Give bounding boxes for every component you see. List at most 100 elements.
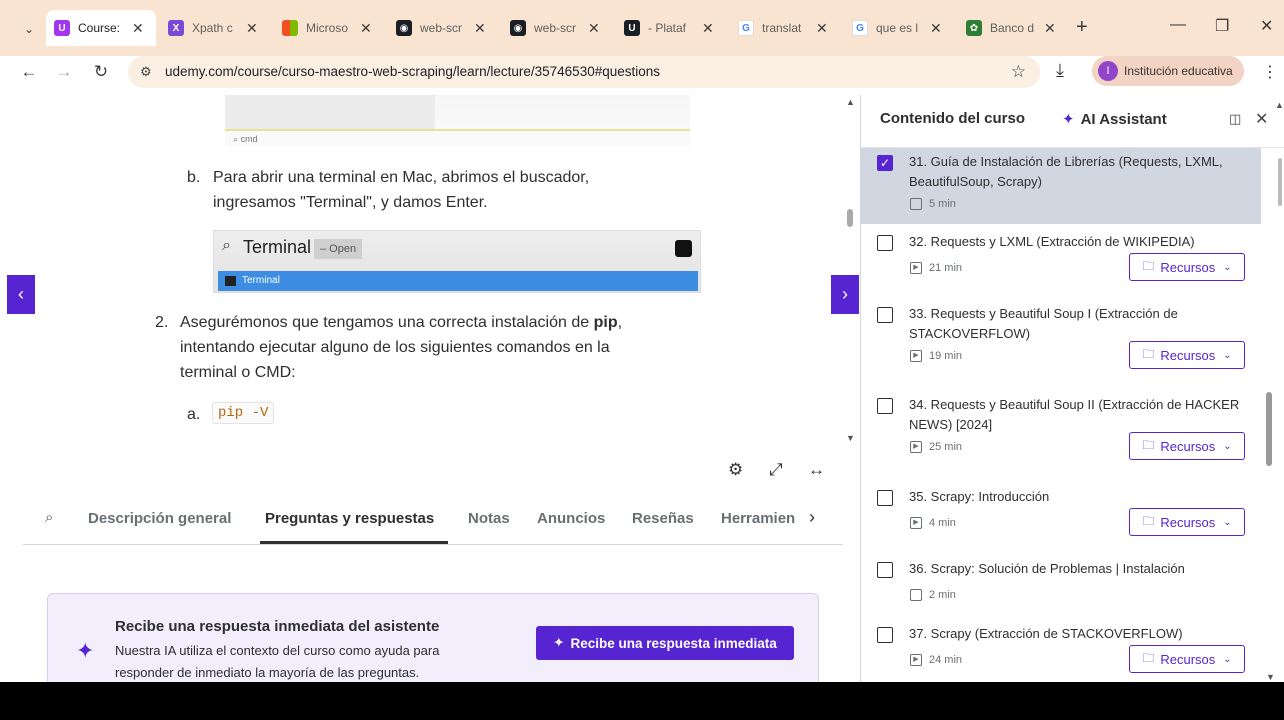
resources-label: Recursos — [1160, 514, 1216, 530]
previous-lecture-button[interactable]: ‹ — [7, 275, 35, 314]
forward-button[interactable]: → — [52, 60, 76, 84]
lecture-checkbox[interactable] — [877, 235, 893, 251]
step-2-line1: Asegurémonos que tengamos una correcta i… — [180, 314, 623, 331]
tabs-scroll-right-icon[interactable]: › — [809, 507, 815, 528]
lecture-checkbox[interactable]: ✓ — [877, 155, 893, 171]
restore-button[interactable]: ❐ — [1215, 16, 1229, 36]
browser-tab[interactable]: U - Plataf ✕ — [616, 12, 726, 44]
browser-tab[interactable]: Gtranslat ✕ — [730, 12, 840, 44]
close-tab-icon[interactable]: ✕ — [588, 20, 600, 37]
resources-button[interactable]: 🗀 Recursos ⌄ — [1129, 341, 1245, 369]
browser-tab[interactable]: Microso ✕ — [274, 12, 384, 44]
site-info-icon[interactable]: ⚙ — [140, 64, 152, 80]
instant-answer-button[interactable]: ✦ Recibe una respuesta inmediata — [536, 626, 794, 660]
close-tab-icon[interactable]: ✕ — [1044, 20, 1056, 37]
lecture-checkbox[interactable] — [877, 398, 893, 414]
terminal-small-icon — [225, 276, 236, 286]
article-scrollbar-thumb[interactable] — [847, 209, 853, 227]
lecture-title: 36. Scrapy: Solución de Problemas | Inst… — [909, 561, 1185, 576]
main-content: ⌕ cmd b. Para abrir una terminal en Mac,… — [7, 95, 860, 682]
reload-button[interactable]: ↻ — [89, 60, 113, 84]
lecture-item[interactable]: 33. Requests y Beautiful Soup I (Extracc… — [861, 300, 1261, 391]
close-tab-icon[interactable]: ✕ — [246, 20, 258, 37]
resources-button[interactable]: 🗀 Recursos ⌄ — [1129, 508, 1245, 536]
course-tabs-bar: ⌕ Descripción general Preguntas y respue… — [23, 495, 843, 545]
lecture-checkbox[interactable] — [877, 307, 893, 323]
lecture-checkbox[interactable] — [877, 562, 893, 578]
page-scrollbar-thumb[interactable] — [1278, 158, 1282, 206]
lecture-duration-text: 24 min — [929, 654, 963, 666]
resources-button[interactable]: 🗀 Recursos ⌄ — [1129, 253, 1245, 281]
lecture-item[interactable]: 35. Scrapy: Introducción ▶ 4 min 🗀 Recursos ⌄ — [861, 483, 1261, 555]
browser-tab[interactable]: ◉ web-scr ✕ — [502, 12, 612, 44]
search-icon[interactable]: ⌕ — [45, 509, 53, 526]
lecture-duration-text: 19 min — [929, 350, 963, 362]
lecture-item[interactable]: ✓ 31. Guía de Instalación de Librerías (R… — [861, 148, 1261, 224]
sidebar-collapse-icon[interactable]: ◫ — [1229, 111, 1241, 127]
tab-tools[interactable]: Herramien — [721, 510, 805, 527]
resources-button[interactable]: 🗀 Recursos ⌄ — [1129, 645, 1245, 673]
tab-overview[interactable]: Descripción general — [88, 510, 231, 527]
expand-width-icon[interactable]: ↔ — [808, 460, 825, 480]
new-tab-button[interactable]: + — [1076, 16, 1088, 39]
article-scroll-down-icon[interactable]: ▼ — [846, 433, 855, 443]
close-tab-icon[interactable]: ✕ — [474, 20, 486, 37]
tab-title: Banco d — [990, 21, 1034, 35]
tab-announcements[interactable]: Anuncios — [537, 510, 605, 527]
close-tab-icon[interactable]: ✕ — [360, 20, 372, 37]
step-2-line2: intentando ejecutar alguno de los siguie… — [180, 339, 610, 356]
tab-search-button[interactable]: ⌄ — [18, 18, 40, 40]
lecture-item[interactable]: 34. Requests y Beautiful Soup II (Extrac… — [861, 391, 1261, 482]
tab-notes[interactable]: Notas — [468, 510, 510, 527]
back-button[interactable]: ← — [17, 60, 41, 84]
lecture-checkbox[interactable] — [877, 627, 893, 643]
sidebar-scroll-down-icon[interactable]: ▼ — [1266, 672, 1275, 682]
sidebar-scrollbar-thumb[interactable] — [1266, 392, 1272, 466]
ai-assistant-tab[interactable]: ✦ AI Assistant — [1062, 110, 1167, 128]
download-icon[interactable]: ⤓ — [1056, 60, 1064, 81]
sidebar-title[interactable]: Contenido del curso — [880, 110, 1025, 127]
browser-tab[interactable]: ✿ Banco d ✕ — [958, 12, 1068, 44]
browser-tab[interactable]: ◉ web-scr ✕ — [388, 12, 498, 44]
lecture-item[interactable]: 37. Scrapy (Extracción de STACKOVERFLOW)… — [861, 620, 1261, 682]
profile-button[interactable]: I Institución educativa — [1092, 56, 1244, 86]
resources-button[interactable]: 🗀 Recursos ⌄ — [1129, 432, 1245, 460]
lecture-item[interactable]: 36. Scrapy: Solución de Problemas | Inst… — [861, 555, 1261, 620]
lecture-item[interactable]: 32. Requests y LXML (Extracción de WIKIP… — [861, 228, 1261, 300]
tab-reviews[interactable]: Reseñas — [632, 510, 694, 527]
sidebar-scroll-up-icon[interactable]: ▲ — [1275, 100, 1284, 110]
lecture-duration: ▶ 21 min — [910, 262, 962, 274]
favicon-icon: U — [54, 20, 70, 36]
minimize-button[interactable]: — — [1170, 16, 1186, 34]
lecture-checkbox[interactable] — [877, 490, 893, 506]
tab-title: translat — [762, 21, 802, 35]
settings-gear-icon[interactable]: ⚙ — [728, 460, 743, 480]
lecture-duration: ▶ 24 min — [910, 654, 962, 666]
browser-tab[interactable]: Gque es l ✕ — [844, 12, 954, 44]
close-window-button[interactable]: ✕ — [1260, 16, 1273, 36]
fullscreen-icon[interactable]: ⤢ — [769, 460, 783, 480]
lecture-title: 32. Requests y LXML (Extracción de WIKIP… — [909, 234, 1195, 249]
step-2-number: 2. — [155, 314, 169, 331]
tab-title: Course: — [78, 21, 121, 35]
browser-tab[interactable]: X Xpath c ✕ — [160, 12, 270, 44]
browser-tab[interactable]: U Course: ✕ — [46, 10, 156, 46]
terminal-search-title: Terminal — [243, 237, 312, 257]
article-scroll-up-icon[interactable]: ▲ — [846, 97, 855, 107]
close-icon[interactable]: ✕ — [1255, 109, 1268, 129]
close-tab-icon[interactable]: ✕ — [702, 20, 714, 37]
profile-label: Institución educativa — [1124, 64, 1233, 78]
pip-version-code: pip -V — [212, 402, 275, 424]
favicon-icon: G — [852, 20, 868, 36]
browser-menu-icon[interactable]: ⋮ — [1262, 62, 1278, 82]
next-lecture-button[interactable]: › — [831, 275, 859, 314]
close-tab-icon[interactable]: ✕ — [132, 20, 144, 37]
close-tab-icon[interactable]: ✕ — [816, 20, 828, 37]
tab-title: que es l — [876, 21, 919, 35]
address-bar[interactable]: ⚙ udemy.com/course/curso-maestro-web-scr… — [128, 56, 1040, 88]
terminal-open-label: – Open — [314, 239, 363, 259]
bookmark-star-icon[interactable]: ☆ — [1011, 62, 1026, 82]
tab-questions[interactable]: Preguntas y respuestas — [265, 510, 434, 527]
browser-toolbar: ← → ↻ ⚙ udemy.com/course/curso-maestro-w… — [0, 56, 1284, 90]
close-tab-icon[interactable]: ✕ — [930, 20, 942, 37]
